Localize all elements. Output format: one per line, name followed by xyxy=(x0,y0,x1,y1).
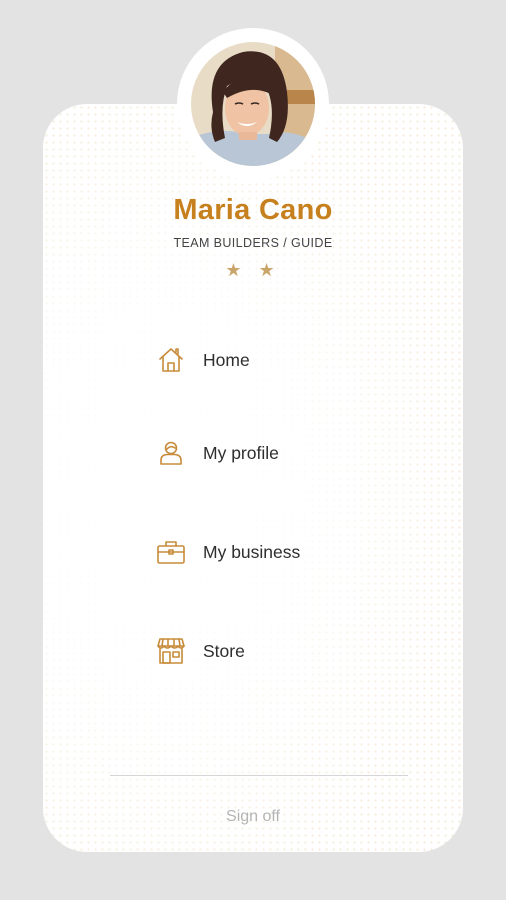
user-icon xyxy=(156,438,186,468)
divider xyxy=(110,775,408,776)
user-name: Maria Cano xyxy=(173,194,333,226)
menu-label-home: Home xyxy=(203,349,250,370)
rating-stars: ★ ★ xyxy=(225,260,281,280)
briefcase-icon xyxy=(156,537,186,567)
menu-label-my-profile: My profile xyxy=(203,442,279,463)
drawer-screen: Maria Cano TEAM BUILDERS / GUIDE ★ ★ Hom… xyxy=(0,0,506,900)
avatar[interactable] xyxy=(191,42,315,166)
menu-label-my-business: My business xyxy=(203,541,301,562)
menu-item-my-business[interactable]: My business xyxy=(156,535,300,569)
menu-item-my-profile[interactable]: My profile xyxy=(156,436,279,470)
user-role: TEAM BUILDERS / GUIDE xyxy=(173,236,333,250)
home-icon xyxy=(156,345,186,375)
menu-item-home[interactable]: Home xyxy=(156,343,250,377)
avatar-photo xyxy=(191,42,315,166)
store-icon xyxy=(156,636,186,666)
menu-label-store: Store xyxy=(203,640,245,661)
sign-off-button[interactable]: Sign off xyxy=(0,808,506,826)
menu-item-store[interactable]: Store xyxy=(156,634,245,668)
